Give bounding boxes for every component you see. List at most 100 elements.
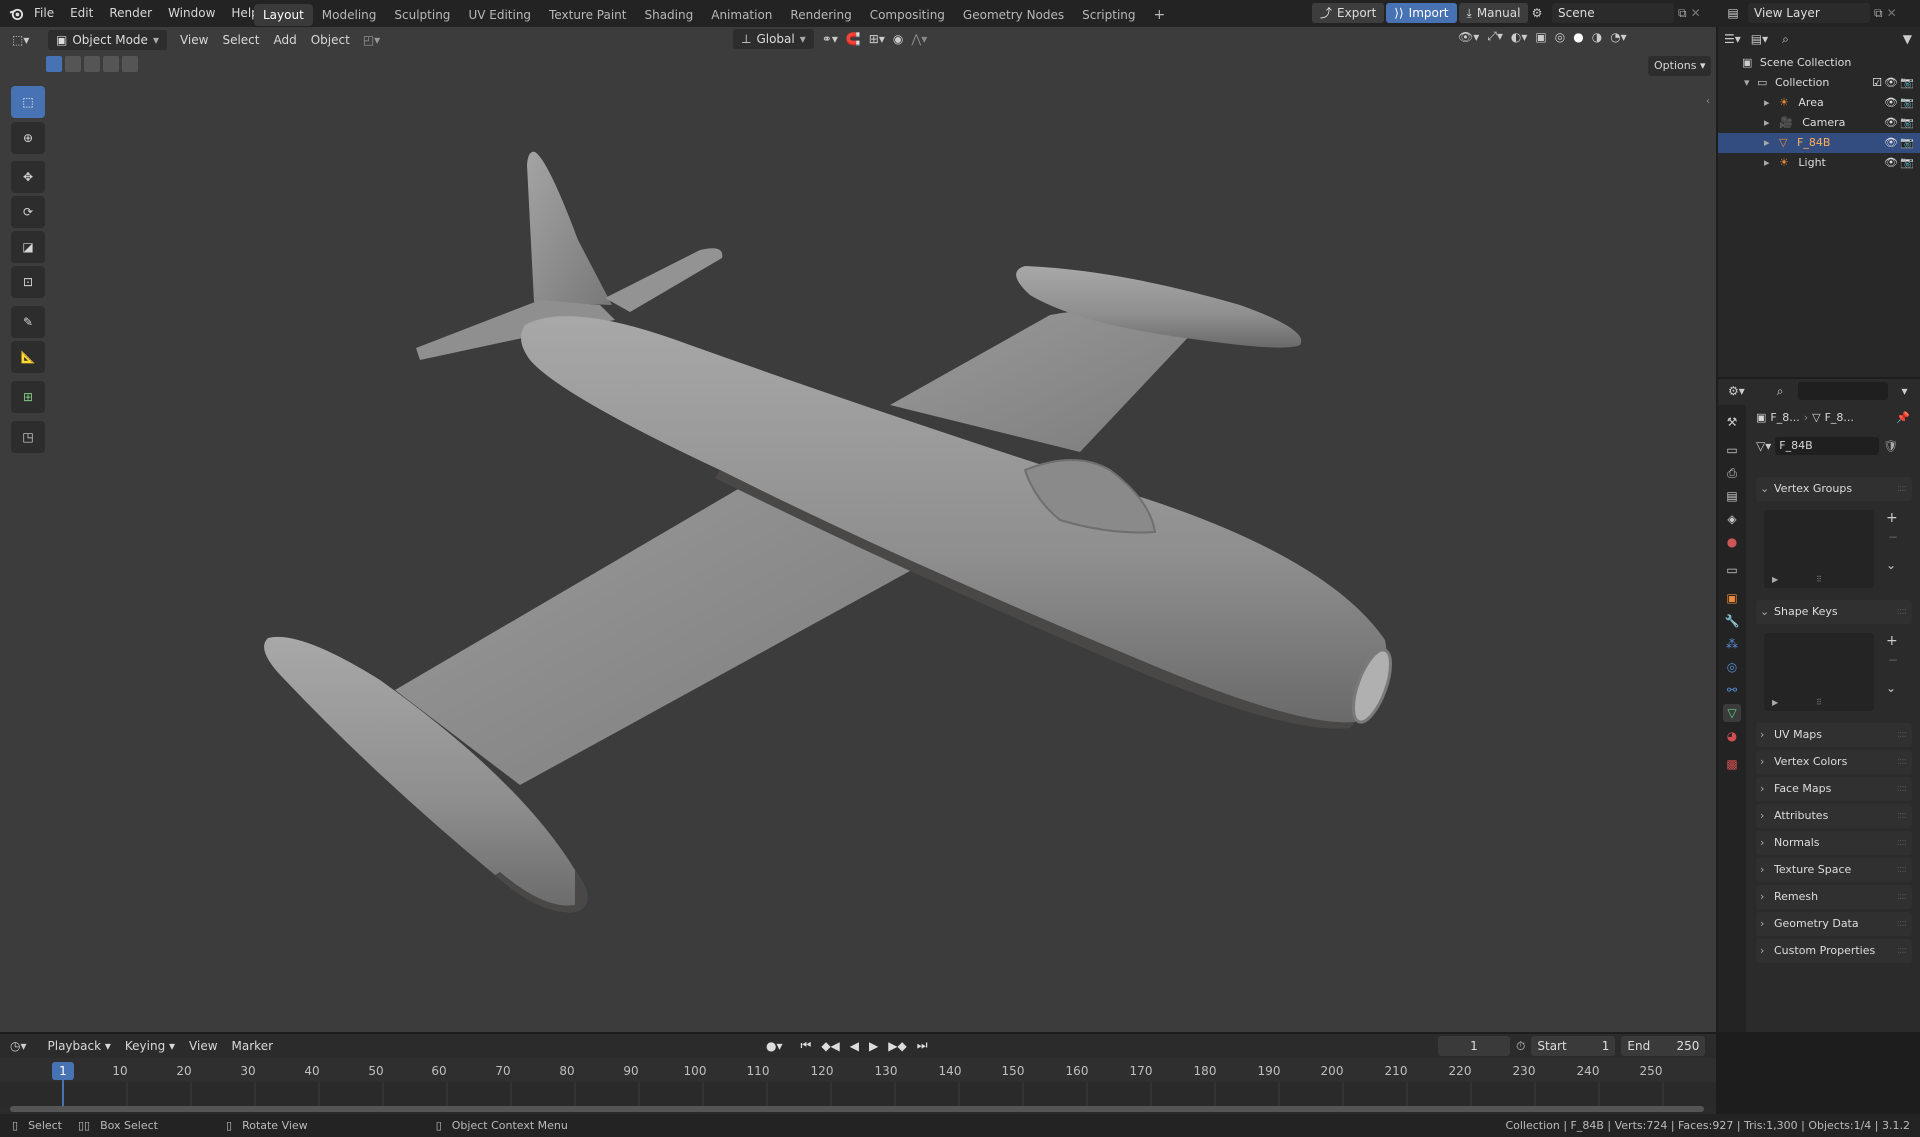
menu-object[interactable]: Object — [304, 30, 357, 50]
tab-physics-icon[interactable]: ◎ — [1723, 658, 1741, 676]
tab-rendering[interactable]: Rendering — [781, 4, 860, 26]
drag-handle-icon[interactable]: :::: — [1897, 858, 1908, 882]
outliner-collection[interactable]: ▾ ▭ Collection ☑ 👁 📷 — [1718, 73, 1920, 93]
select-invert-icon[interactable] — [103, 56, 119, 72]
play-icon[interactable]: ▶ — [869, 1039, 878, 1053]
drag-handle-icon[interactable]: :::: — [1897, 831, 1908, 855]
shading-rendered-icon[interactable]: ◔▾ — [1610, 30, 1627, 44]
panel-custom-properties[interactable]: › Custom Properties:::: — [1756, 939, 1912, 963]
panel-remesh[interactable]: › Remesh:::: — [1756, 885, 1912, 909]
tool-cursor[interactable]: ⊕ — [11, 122, 45, 154]
panel-texture-space[interactable]: › Texture Space:::: — [1756, 858, 1912, 882]
next-keyframe-icon[interactable]: ▶◆ — [888, 1039, 906, 1053]
outliner-item-camera[interactable]: ▸ 🎥 Camera 👁 📷 — [1718, 113, 1920, 133]
tool-add-cube[interactable]: ⊞ — [11, 381, 45, 413]
eye-icon[interactable]: 👁 — [1884, 93, 1898, 113]
camera-icon[interactable]: 📷 — [1900, 73, 1914, 93]
panel-vertex-groups[interactable]: ⌄ Vertex Groups:::: — [1756, 477, 1912, 501]
timeline-scrollbar[interactable] — [10, 1106, 1704, 1112]
search-icon[interactable]: ⌕ — [1777, 384, 1784, 399]
vertex-group-specials-icon[interactable]: ⌄ — [1886, 558, 1896, 572]
properties-search-input[interactable] — [1797, 382, 1888, 400]
display-mode-icon[interactable]: ▤▾ — [1751, 32, 1768, 46]
play-reverse-icon[interactable]: ◀ — [850, 1039, 859, 1053]
eye-icon[interactable]: 👁 — [1884, 133, 1898, 153]
resize-grip-icon[interactable]: ⠿ — [1816, 698, 1822, 707]
expand-icon[interactable]: ▸ — [1764, 116, 1770, 129]
properties-editor-icon[interactable]: ⚙▾ — [1728, 384, 1745, 398]
vertex-groups-list[interactable]: ▶ ⠿ — [1764, 510, 1874, 588]
pivot-icon[interactable]: ⚭▾ — [822, 32, 838, 46]
close-view-layer-icon[interactable]: ✕ — [1887, 6, 1897, 20]
tool-annotate[interactable]: ✎ — [11, 306, 45, 338]
menu-marker[interactable]: Marker — [225, 1036, 280, 1056]
jump-end-icon[interactable]: ⏭ — [917, 1038, 928, 1053]
menu-add[interactable]: Add — [266, 30, 303, 50]
expand-icon[interactable]: ▸ — [1764, 96, 1770, 109]
close-scene-icon[interactable]: ✕ — [1691, 6, 1701, 20]
playhead-frame[interactable]: 1 — [52, 1062, 74, 1080]
record-icon[interactable]: ●▾ — [766, 1039, 783, 1053]
overlay-icon[interactable]: ◐▾ — [1511, 30, 1528, 44]
shape-keys-list[interactable]: ▶ ⠿ — [1764, 633, 1874, 711]
tab-texture-icon[interactable]: ▩ — [1723, 755, 1741, 773]
tab-texture-paint[interactable]: Texture Paint — [540, 4, 635, 26]
camera-icon[interactable]: 📷 — [1900, 93, 1914, 113]
visibility-icon[interactable]: 👁▾ — [1458, 30, 1479, 44]
eye-icon[interactable]: 👁 — [1884, 73, 1898, 93]
outliner-item-area[interactable]: ▸ ☀ Area 👁 📷 — [1718, 93, 1920, 113]
options-dropdown[interactable]: Options ▾ — [1648, 56, 1712, 76]
expand-icon[interactable]: ▶ — [1772, 575, 1778, 584]
camera-icon[interactable]: 📷 — [1900, 153, 1914, 173]
outliner-item-f84b[interactable]: ▸ ▽ F_84B 👁 📷 — [1718, 133, 1920, 153]
shading-material-icon[interactable]: ◑ — [1592, 30, 1602, 44]
menu-edit[interactable]: Edit — [62, 0, 101, 27]
aircraft-model[interactable] — [0, 27, 1716, 1032]
menu-keying[interactable]: Keying ▾ — [118, 1036, 182, 1056]
tool-scale[interactable]: ◪ — [11, 231, 45, 263]
menu-timeline-view[interactable]: View — [182, 1036, 224, 1056]
resize-grip-icon[interactable]: ⠿ — [1816, 575, 1822, 584]
snap-icon[interactable]: 🧲 — [846, 32, 861, 46]
select-extend-icon[interactable] — [65, 56, 81, 72]
drag-handle-icon[interactable]: :::: — [1897, 804, 1908, 828]
shape-key-specials-icon[interactable]: ⌄ — [1886, 681, 1896, 695]
outliner-item-light[interactable]: ▸ ☀ Light 👁 📷 — [1718, 153, 1920, 173]
filter-icon[interactable]: ▼ — [1903, 32, 1912, 46]
expand-icon[interactable]: ▶ — [1772, 698, 1778, 707]
fake-user-icon[interactable]: 🛡 — [1883, 439, 1898, 453]
remove-vertex-group-button[interactable]: − — [1888, 530, 1898, 544]
outliner-editor-icon[interactable]: ☰▾ — [1724, 32, 1741, 46]
pin-icon[interactable]: 📌 — [1896, 411, 1910, 424]
menu-view[interactable]: View — [173, 30, 215, 50]
object-gizmo-icon[interactable]: ◰▾ — [363, 33, 380, 47]
stopwatch-icon[interactable]: ⏱ — [1516, 1039, 1525, 1054]
remove-shape-key-button[interactable]: − — [1888, 653, 1898, 667]
view-layer-icon[interactable]: ▤ — [1722, 6, 1744, 20]
tab-constraints-icon[interactable]: ⚯ — [1723, 681, 1741, 699]
prev-keyframe-icon[interactable]: ◆◀ — [821, 1039, 839, 1053]
tool-extra[interactable]: ◳ — [11, 421, 45, 453]
start-frame-field[interactable]: Start 1 — [1531, 1036, 1616, 1056]
tab-output-icon[interactable]: ⎙ — [1723, 464, 1741, 482]
mesh-browse-icon[interactable]: ▽▾ — [1756, 439, 1771, 453]
falloff-icon[interactable]: ⋀▾ — [911, 32, 927, 46]
scene-field[interactable]: Scene — [1552, 3, 1674, 23]
tab-uv-editing[interactable]: UV Editing — [459, 4, 540, 26]
timeline-editor-icon[interactable]: ◷▾ — [10, 1039, 27, 1053]
tab-tool-icon[interactable]: ⚒ — [1723, 413, 1741, 431]
tab-mesh-data-icon[interactable]: ▽ — [1723, 704, 1741, 722]
expand-icon[interactable]: ▾ — [1744, 76, 1750, 89]
select-subtract-icon[interactable] — [84, 56, 100, 72]
end-frame-field[interactable]: End 250 — [1621, 1036, 1706, 1056]
jump-start-icon[interactable]: ⏮ — [801, 1038, 812, 1053]
tab-particles-icon[interactable]: ⁂ — [1723, 635, 1741, 653]
add-vertex-group-button[interactable]: + — [1886, 510, 1898, 526]
tab-scripting[interactable]: Scripting — [1073, 4, 1144, 26]
chevron-down-icon[interactable]: ▾ — [1902, 384, 1908, 398]
drag-handle-icon[interactable]: :::: — [1897, 723, 1908, 747]
tool-rotate[interactable]: ⟳ — [11, 196, 45, 228]
menu-playback[interactable]: Playback ▾ — [41, 1036, 118, 1056]
timeline-track[interactable] — [0, 1082, 1716, 1106]
blender-logo-icon[interactable] — [6, 0, 26, 27]
